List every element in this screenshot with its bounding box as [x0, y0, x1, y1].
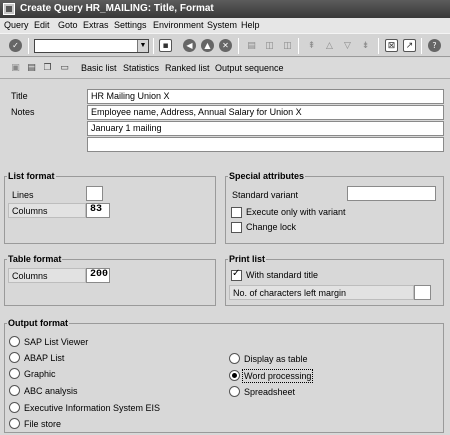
with-standard-title-label: With standard title — [246, 270, 319, 280]
columns-label: Columns — [8, 203, 86, 218]
lines-label: Lines — [12, 190, 34, 200]
abc-analysis-label: ABC analysis — [24, 386, 78, 396]
print-list-title: Print list — [228, 254, 267, 264]
columns-field[interactable]: 83 — [86, 203, 110, 218]
change-lock-label: Change lock — [246, 222, 297, 232]
radio-file-store[interactable] — [9, 418, 20, 429]
radio-graphic[interactable] — [9, 368, 20, 379]
print-preview-icon[interactable]: ▣ — [10, 63, 21, 74]
window-title: Create Query HR_MAILING: Title, Format — [20, 3, 214, 14]
radio-word-processing[interactable] — [229, 370, 240, 381]
abap-list-label: ABAP List — [24, 353, 65, 363]
first-page-icon[interactable]: ⇞ — [305, 39, 318, 52]
special-attributes-title: Special attributes — [228, 171, 306, 181]
toolbar-separator — [153, 38, 154, 54]
exit-icon[interactable]: ▲ — [201, 39, 214, 52]
eis-label: Executive Information System EIS — [24, 403, 161, 413]
radio-display-as-table[interactable] — [229, 353, 240, 364]
find-icon[interactable]: ◫ — [263, 39, 276, 52]
previous-page-icon[interactable]: △ — [323, 39, 336, 52]
toolbar-separator — [238, 38, 239, 54]
basic-list-button[interactable]: Basic list — [81, 63, 117, 73]
toolbar-separator — [298, 38, 299, 54]
spreadsheet-label: Spreadsheet — [244, 387, 296, 397]
save-icon[interactable]: ▪ — [159, 39, 172, 52]
radio-abap-list[interactable] — [9, 352, 20, 363]
table-columns-field[interactable]: 200 — [86, 268, 110, 283]
execute-only-label: Execute only with variant — [246, 207, 346, 217]
radio-spreadsheet[interactable] — [229, 386, 240, 397]
table-format-title: Table format — [7, 254, 63, 264]
menu-goto[interactable]: Goto — [58, 20, 78, 30]
enter-icon[interactable]: ✓ — [9, 39, 22, 52]
menu-query[interactable]: Query — [4, 20, 29, 30]
application-toolbar: ▣ ▤ ❐ ▭ Basic list Statistics Ranked lis… — [0, 58, 450, 79]
cancel-icon[interactable]: ✕ — [219, 39, 232, 52]
statistics-button[interactable]: Statistics — [123, 63, 159, 73]
execute-only-checkbox[interactable] — [231, 207, 242, 218]
notes-line-3[interactable] — [87, 137, 444, 152]
document-icon[interactable]: ▤ — [26, 63, 37, 74]
print-icon[interactable]: ▤ — [245, 39, 258, 52]
help-icon[interactable]: ? — [428, 39, 441, 52]
standard-variant-field[interactable] — [347, 186, 436, 201]
sap-window-icon[interactable] — [3, 3, 15, 15]
display-as-table-label: Display as table — [244, 354, 308, 364]
with-standard-title-checkbox[interactable] — [231, 268, 242, 281]
radio-abc-analysis[interactable] — [9, 385, 20, 396]
notes-line-2[interactable]: January 1 mailing — [87, 121, 444, 136]
next-page-icon[interactable]: ▽ — [341, 39, 354, 52]
notes-label: Notes — [11, 107, 35, 117]
lines-field[interactable] — [86, 186, 103, 201]
radio-eis[interactable] — [9, 402, 20, 413]
standard-toolbar: ✓ ▼ ▪ ◀ ▲ ✕ ▤ ◫ ◫ ⇞ △ ▽ ⇟ ⊠ ↗ ? — [0, 33, 450, 57]
table-columns-label: Columns — [8, 268, 86, 283]
graphic-label: Graphic — [24, 369, 56, 379]
command-dropdown-icon[interactable]: ▼ — [137, 40, 148, 52]
standard-variant-label: Standard variant — [232, 190, 299, 200]
last-page-icon[interactable]: ⇟ — [359, 39, 372, 52]
create-session-icon[interactable]: ⊠ — [385, 39, 398, 52]
menu-edit[interactable]: Edit — [34, 20, 50, 30]
output-format-title: Output format — [7, 318, 69, 328]
change-lock-checkbox[interactable] — [231, 222, 242, 233]
file-store-label: File store — [24, 419, 62, 429]
output-sequence-button[interactable]: Output sequence — [215, 63, 284, 73]
toolbar-separator — [28, 38, 29, 54]
left-margin-label: No. of characters left margin — [229, 285, 414, 300]
menu-system[interactable]: System — [207, 20, 237, 30]
copy-icon[interactable]: ❐ — [42, 63, 53, 74]
word-processing-label: Word processing — [241, 369, 314, 383]
menu-environment[interactable]: Environment — [153, 20, 204, 30]
sap-list-viewer-label: SAP List Viewer — [24, 337, 89, 347]
window-title-bar: Create Query HR_MAILING: Title, Format — [0, 0, 450, 18]
notes-line-1[interactable]: Employee name, Address, Annual Salary fo… — [87, 105, 444, 120]
radio-sap-list-viewer[interactable] — [9, 336, 20, 347]
menu-help[interactable]: Help — [241, 20, 260, 30]
find-next-icon[interactable]: ◫ — [281, 39, 294, 52]
menu-bar: Query Edit Goto Extras Settings Environm… — [0, 18, 450, 33]
shortcut-icon[interactable]: ↗ — [403, 39, 416, 52]
list-format-title: List format — [7, 171, 56, 181]
menu-settings[interactable]: Settings — [114, 20, 147, 30]
left-margin-field[interactable] — [414, 285, 431, 300]
back-icon[interactable]: ◀ — [183, 39, 196, 52]
ranked-list-button[interactable]: Ranked list — [165, 63, 210, 73]
toolbar-separator — [378, 38, 379, 54]
toolbar-separator — [421, 38, 422, 54]
title-field[interactable]: HR Mailing Union X — [87, 89, 444, 104]
menu-extras[interactable]: Extras — [83, 20, 109, 30]
layout-icon[interactable]: ▭ — [59, 63, 70, 74]
title-label: Title — [11, 91, 28, 101]
command-field[interactable]: ▼ — [34, 39, 149, 53]
